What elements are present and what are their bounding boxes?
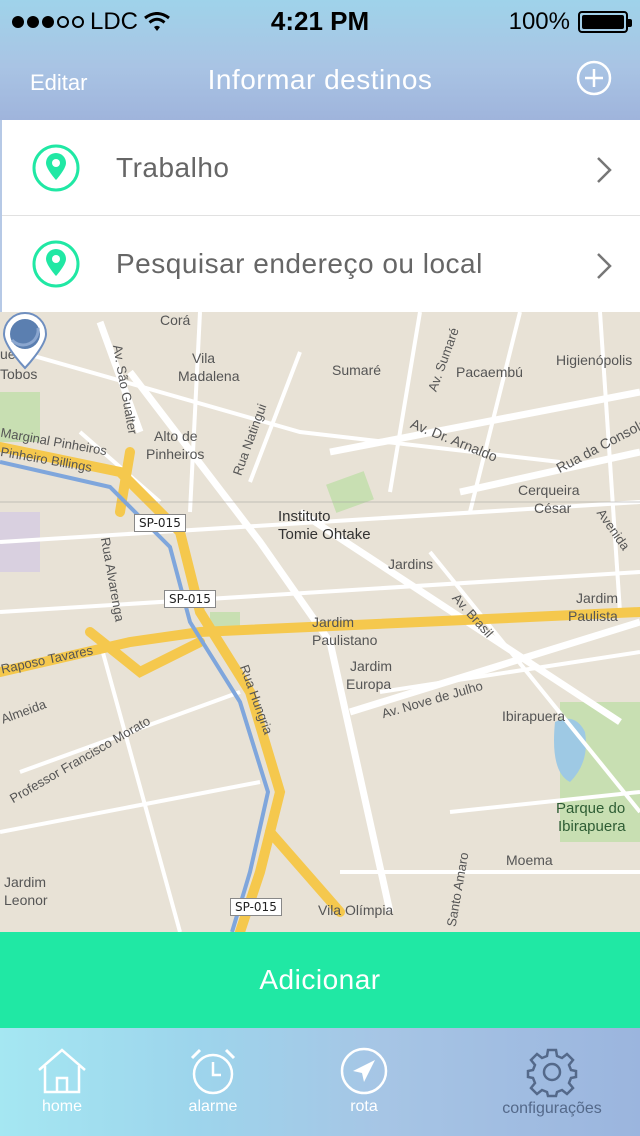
map-label: Pinheiros: [146, 446, 205, 462]
map-label: Cerqueira: [518, 482, 580, 498]
battery-icon: [578, 11, 632, 33]
map-label: Madalena: [178, 368, 240, 384]
chevron-right-icon: [597, 157, 612, 183]
map-label: Europa: [346, 676, 392, 692]
map-label: Vila: [192, 350, 216, 366]
map-label: Ibirapuera: [502, 708, 566, 724]
destination-label: Trabalho: [116, 152, 230, 183]
map-label: Jardins: [388, 556, 434, 572]
destination-row-trabalho[interactable]: Trabalho: [2, 120, 640, 216]
map-label: Higienópolis: [556, 352, 633, 368]
battery-group: 100%: [508, 8, 632, 36]
map-label: Sumaré: [332, 362, 382, 378]
map-label: Tomie Ohtake: [278, 526, 371, 543]
map-label: Paulista: [568, 608, 618, 624]
battery-percent: 100%: [508, 8, 570, 35]
map-label: Instituto: [278, 508, 331, 525]
tab-label: alarme: [188, 1098, 238, 1115]
current-location-marker: [2, 312, 48, 370]
map-label: Pacaembú: [456, 364, 523, 380]
map-label: Alto de: [154, 428, 198, 444]
add-button[interactable]: Adicionar: [0, 932, 640, 1028]
alarm-clock-icon: [190, 1048, 236, 1095]
map-label: Vila Olímpia: [318, 902, 394, 918]
tab-label: rota: [350, 1098, 378, 1115]
map-label: Leonor: [4, 892, 48, 908]
map-label: Parque do: [556, 800, 626, 817]
destination-label: Pesquisar endereço ou local: [116, 248, 483, 279]
highway-shield: SP-015: [134, 514, 186, 532]
map-label: César: [534, 500, 572, 516]
tab-alarme[interactable]: alarme: [170, 1036, 256, 1136]
add-destination-button[interactable]: [576, 60, 612, 96]
map-label: Jardim: [4, 874, 47, 890]
map-label: Paulistano: [312, 632, 378, 648]
destination-list: Trabalho Pesquisar endereço ou local: [0, 120, 640, 312]
map-label: Ibirapuera: [558, 818, 626, 835]
highway-shield: SP-015: [230, 898, 282, 916]
tab-label: home: [41, 1098, 83, 1115]
location-pin-icon: [32, 144, 80, 192]
map-label: Jardim: [312, 614, 355, 630]
tab-configuracoes[interactable]: configurações: [480, 1036, 624, 1136]
map-label: Jardim: [576, 590, 619, 606]
map-label: Jardim: [350, 658, 393, 674]
tab-label: configurações: [502, 1100, 602, 1117]
tab-rota[interactable]: rota: [324, 1036, 404, 1136]
tab-home[interactable]: home: [22, 1036, 102, 1136]
gear-icon: [526, 1048, 578, 1098]
tab-bar: home alarme rota configurações: [0, 1028, 640, 1136]
destination-row-search[interactable]: Pesquisar endereço ou local: [2, 216, 640, 312]
header: LDC 4:21 PM 100% Editar Informar destino…: [0, 0, 640, 120]
map-view[interactable]: Corá Vila Madalena Sumaré Pacaembú Higie…: [0, 312, 640, 932]
highway-shield: SP-015: [164, 590, 216, 608]
chevron-right-icon: [597, 253, 612, 279]
location-pin-icon: [32, 240, 80, 288]
page-title: Informar destinos: [207, 64, 433, 95]
map-label: Corá: [160, 312, 191, 328]
map-label: Moema: [506, 852, 553, 868]
status-bar: LDC 4:21 PM 100%: [0, 0, 640, 40]
home-icon: [38, 1048, 86, 1094]
navigation-arrow-icon: [340, 1047, 388, 1095]
